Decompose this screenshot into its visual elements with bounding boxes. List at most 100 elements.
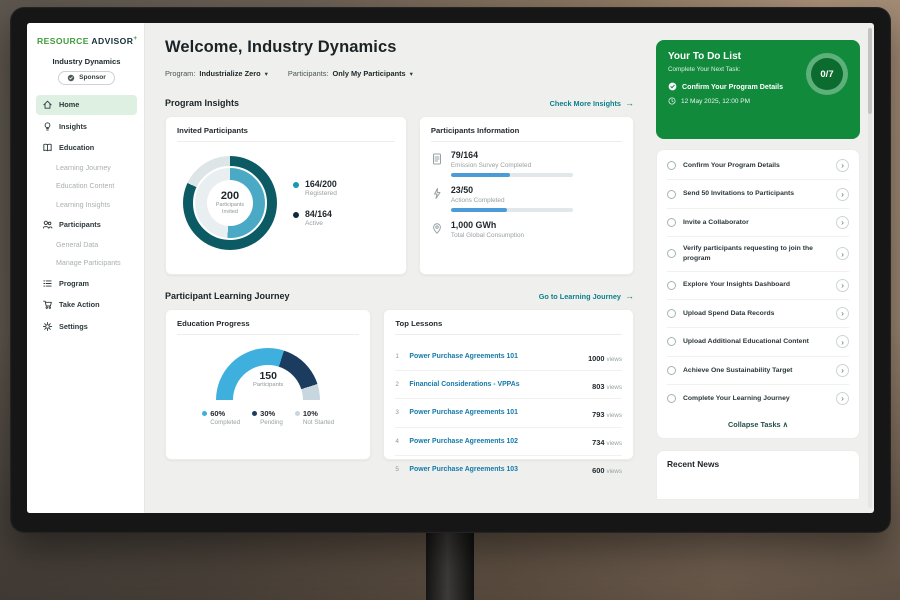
task-row-invite-collaborator[interactable]: Invite a Collaborator ›: [667, 209, 849, 237]
task-row-complete-learning-journey[interactable]: Complete Your Learning Journey ›: [667, 385, 849, 412]
lesson-title-link[interactable]: Power Purchase Agreements 102: [409, 438, 585, 445]
task-checkbox[interactable]: [667, 218, 676, 227]
nav-label: Education Content: [56, 182, 114, 190]
nav-label: Education: [59, 143, 94, 152]
chevron-right-icon[interactable]: ›: [836, 335, 849, 348]
chevron-right-icon[interactable]: ›: [836, 247, 849, 260]
page-title: Welcome, Industry Dynamics: [165, 38, 634, 57]
chevron-right-icon[interactable]: ›: [836, 279, 849, 292]
next-task[interactable]: Confirm Your Program Details: [668, 82, 808, 91]
sponsor-icon: [67, 74, 75, 82]
task-checkbox[interactable]: [667, 366, 676, 375]
chevron-down-icon: ▾: [410, 70, 413, 78]
lesson-row-1[interactable]: 1 Power Purchase Agreements 101 1000view…: [395, 343, 622, 371]
consumption-stat: 1,000 GWh Total Global Consumption: [431, 220, 622, 243]
task-row-verify-participants[interactable]: Verify participants requesting to join t…: [667, 237, 849, 271]
lesson-title-link[interactable]: Power Purchase Agreements 103: [409, 466, 585, 473]
not-started-label: Not Started: [303, 419, 334, 426]
legend-registered: 164/200 Registered: [293, 179, 337, 197]
consumption-value: 1,000 GWh: [451, 220, 524, 230]
legend-active: 84/164 Active: [293, 209, 337, 227]
not-started-dot-icon: [295, 411, 300, 416]
sidebar-item-education-content[interactable]: Education Content: [36, 178, 137, 195]
section-title-learning-journey: Participant Learning Journey: [165, 291, 290, 301]
learning-journey-header: Participant Learning Journey Go to Learn…: [165, 291, 634, 301]
task-label: Complete Your Learning Journey: [683, 394, 829, 404]
tasks-card: Confirm Your Program Details › Send 50 I…: [656, 149, 860, 439]
task-checkbox[interactable]: [667, 249, 676, 258]
sidebar-item-education[interactable]: Education: [36, 138, 137, 158]
program-insights-cards: Invited Participants 200 Participants In…: [165, 116, 634, 275]
task-checkbox[interactable]: [667, 161, 676, 170]
participants-dropdown[interactable]: Participants: Only My Participants ▾: [288, 69, 413, 78]
task-row-upload-spend-data[interactable]: Upload Spend Data Records ›: [667, 300, 849, 328]
survey-icon: [431, 152, 443, 165]
sidebar-item-participants[interactable]: Participants: [36, 215, 137, 235]
lesson-title-link[interactable]: Power Purchase Agreements 101: [409, 409, 585, 416]
progress-fill: [451, 173, 510, 177]
task-checkbox[interactable]: [667, 281, 676, 290]
task-checkbox[interactable]: [667, 190, 676, 199]
participants-filter-value: Only My Participants: [333, 69, 406, 78]
task-row-achieve-target[interactable]: Achieve One Sustainability Target ›: [667, 357, 849, 385]
nav-label: Home: [59, 100, 79, 109]
chevron-right-icon[interactable]: ›: [836, 307, 849, 320]
emission-survey-label: Emission Survey Completed: [451, 162, 573, 169]
chevron-right-icon[interactable]: ›: [836, 364, 849, 377]
chevron-right-icon[interactable]: ›: [836, 188, 849, 201]
collapse-tasks-button[interactable]: Collapse Tasks ∧: [667, 412, 849, 436]
sidebar-item-insights[interactable]: Insights: [36, 116, 137, 136]
sidebar-item-home[interactable]: Home: [36, 95, 137, 115]
task-row-send-invitations[interactable]: Send 50 Invitations to Participants ›: [667, 180, 849, 208]
lesson-title-link[interactable]: Power Purchase Agreements 101: [409, 353, 581, 360]
sidebar-item-manage-participants[interactable]: Manage Participants: [36, 255, 137, 272]
task-checkbox[interactable]: [667, 337, 676, 346]
nav-label: Take Action: [59, 300, 100, 309]
task-row-explore-insights[interactable]: Explore Your Insights Dashboard ›: [667, 272, 849, 300]
chevron-right-icon[interactable]: ›: [836, 392, 849, 405]
sidebar-item-take-action[interactable]: Take Action: [36, 295, 137, 315]
todo-progress-count: 0/7: [811, 58, 843, 90]
task-row-confirm-program[interactable]: Confirm Your Program Details ›: [667, 152, 849, 180]
donut-legend: 164/200 Registered 84/164 Active: [293, 179, 337, 227]
chevron-right-icon[interactable]: ›: [836, 159, 849, 172]
sidebar-item-general-data[interactable]: General Data: [36, 236, 137, 253]
emission-survey-value: 79/164: [451, 150, 573, 160]
arrow-right-icon: →: [625, 292, 634, 301]
chevron-right-icon[interactable]: ›: [836, 216, 849, 229]
views-unit: views: [607, 468, 622, 475]
registered-dot-icon: [293, 182, 299, 188]
sidebar-item-program[interactable]: Program: [36, 273, 137, 293]
completed-dot-icon: [202, 411, 207, 416]
progress-fill: [451, 208, 507, 212]
home-icon: [42, 99, 53, 110]
scrollbar-thumb[interactable]: [868, 28, 872, 114]
lesson-row-4[interactable]: 4 Power Purchase Agreements 102 734views: [395, 428, 622, 456]
logo-plus: +: [133, 35, 137, 42]
gauge-center-value: 150: [216, 370, 320, 382]
dashboard-screen: RESOURCE ADVISOR+ Industry Dynamics Spon…: [27, 23, 874, 513]
sidebar-item-learning-journey[interactable]: Learning Journey: [36, 159, 137, 176]
lesson-title-link[interactable]: Financial Considerations - VPPAs: [409, 381, 585, 388]
sponsor-badge[interactable]: Sponsor: [58, 71, 115, 85]
lesson-row-2[interactable]: 2 Financial Considerations - VPPAs 803vi…: [395, 371, 622, 399]
go-to-learning-journey-link[interactable]: Go to Learning Journey →: [539, 292, 634, 301]
lesson-row-5[interactable]: 5 Power Purchase Agreements 103 600views: [395, 456, 622, 483]
program-dropdown[interactable]: Program: Industrialize Zero ▾: [165, 69, 268, 78]
card-title-info: Participants Information: [431, 126, 622, 142]
lesson-rank: 4: [395, 438, 402, 445]
lesson-row-3[interactable]: 3 Power Purchase Agreements 101 793views: [395, 399, 622, 427]
check-more-insights-link[interactable]: Check More Insights →: [550, 99, 634, 108]
sidebar-item-learning-insights[interactable]: Learning Insights: [36, 196, 137, 213]
program-filter-value: Industrialize Zero: [199, 69, 260, 78]
clock-icon: [668, 97, 676, 105]
task-checkbox[interactable]: [667, 394, 676, 403]
task-row-upload-educational-content[interactable]: Upload Additional Educational Content ›: [667, 328, 849, 356]
scrollbar[interactable]: [868, 28, 872, 508]
nav-label: Settings: [59, 322, 88, 331]
collapse-label: Collapse Tasks: [728, 420, 781, 429]
actions-completed-value: 23/50: [451, 185, 573, 195]
sidebar-item-settings[interactable]: Settings: [36, 316, 137, 336]
registered-label: Registered: [305, 190, 337, 197]
task-checkbox[interactable]: [667, 309, 676, 318]
